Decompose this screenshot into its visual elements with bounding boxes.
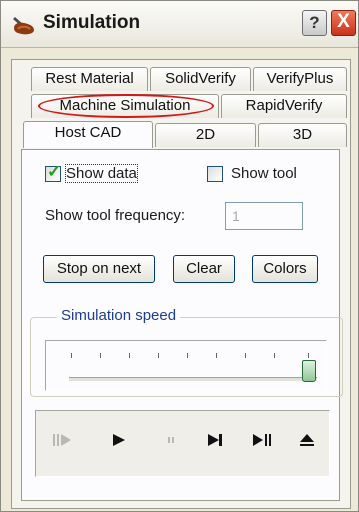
eject-icon (300, 434, 314, 446)
slider-tick (245, 353, 246, 358)
tool-frequency-input[interactable]: 1 (225, 202, 303, 230)
speed-slider-track[interactable] (69, 377, 317, 382)
show-data-label[interactable]: Show data (65, 164, 138, 183)
play-button[interactable] (107, 429, 131, 451)
pause-button[interactable] (159, 429, 183, 451)
pause-icon (168, 437, 174, 443)
colors-button[interactable]: Colors (252, 255, 318, 283)
checkmark-icon: ✓ (47, 162, 62, 181)
play-icon (113, 434, 125, 446)
slider-tick (129, 353, 130, 358)
speed-slider-thumb[interactable] (302, 360, 316, 382)
step-play-icon (53, 434, 71, 446)
tab-host-cad[interactable]: Host CAD (23, 121, 153, 148)
slider-tick (71, 353, 72, 358)
slider-tick (274, 353, 275, 358)
app-logo-icon (12, 14, 36, 36)
slider-tick (187, 353, 188, 358)
title-bar[interactable]: Simulation ? X (1, 1, 358, 48)
clear-button[interactable]: Clear (173, 255, 235, 283)
slider-tick (308, 353, 309, 358)
stop-on-next-button[interactable]: Stop on next (43, 255, 155, 283)
tab-rest-material[interactable]: Rest Material (31, 67, 148, 91)
tab-2d[interactable]: 2D (155, 123, 256, 147)
help-icon: ? (309, 13, 320, 32)
tab-3d[interactable]: 3D (258, 123, 347, 147)
tab-rapidverify[interactable]: RapidVerify (221, 94, 347, 118)
tool-frequency-label: Show tool frequency: (45, 207, 186, 224)
help-button[interactable]: ? (302, 10, 327, 36)
slider-tick (158, 353, 159, 358)
play-to-end-icon (253, 434, 271, 446)
simulation-speed-label: Simulation speed (57, 307, 181, 324)
simulation-window: Simulation ? X Rest Material SolidVerify… (0, 0, 359, 512)
tab-machine-simulation[interactable]: Machine Simulation (31, 94, 219, 118)
eject-button[interactable] (295, 429, 319, 451)
tab-verifyplus[interactable]: VerifyPlus (253, 67, 347, 91)
show-tool-checkbox[interactable] (207, 166, 223, 182)
speed-slider-area (45, 340, 327, 391)
skip-to-end-icon (208, 434, 222, 446)
step-play-button[interactable] (51, 429, 75, 451)
show-data-checkbox[interactable]: ✓ (45, 162, 61, 182)
slider-tick (216, 353, 217, 358)
slider-tick (100, 353, 101, 358)
tab-solidverify[interactable]: SolidVerify (150, 67, 251, 91)
close-button[interactable]: X (331, 10, 356, 36)
play-to-end-button[interactable] (250, 429, 274, 451)
show-tool-label[interactable]: Show tool (231, 165, 297, 182)
window-title: Simulation (43, 12, 141, 33)
skip-to-end-button[interactable] (204, 429, 228, 451)
close-icon: X (337, 11, 350, 32)
